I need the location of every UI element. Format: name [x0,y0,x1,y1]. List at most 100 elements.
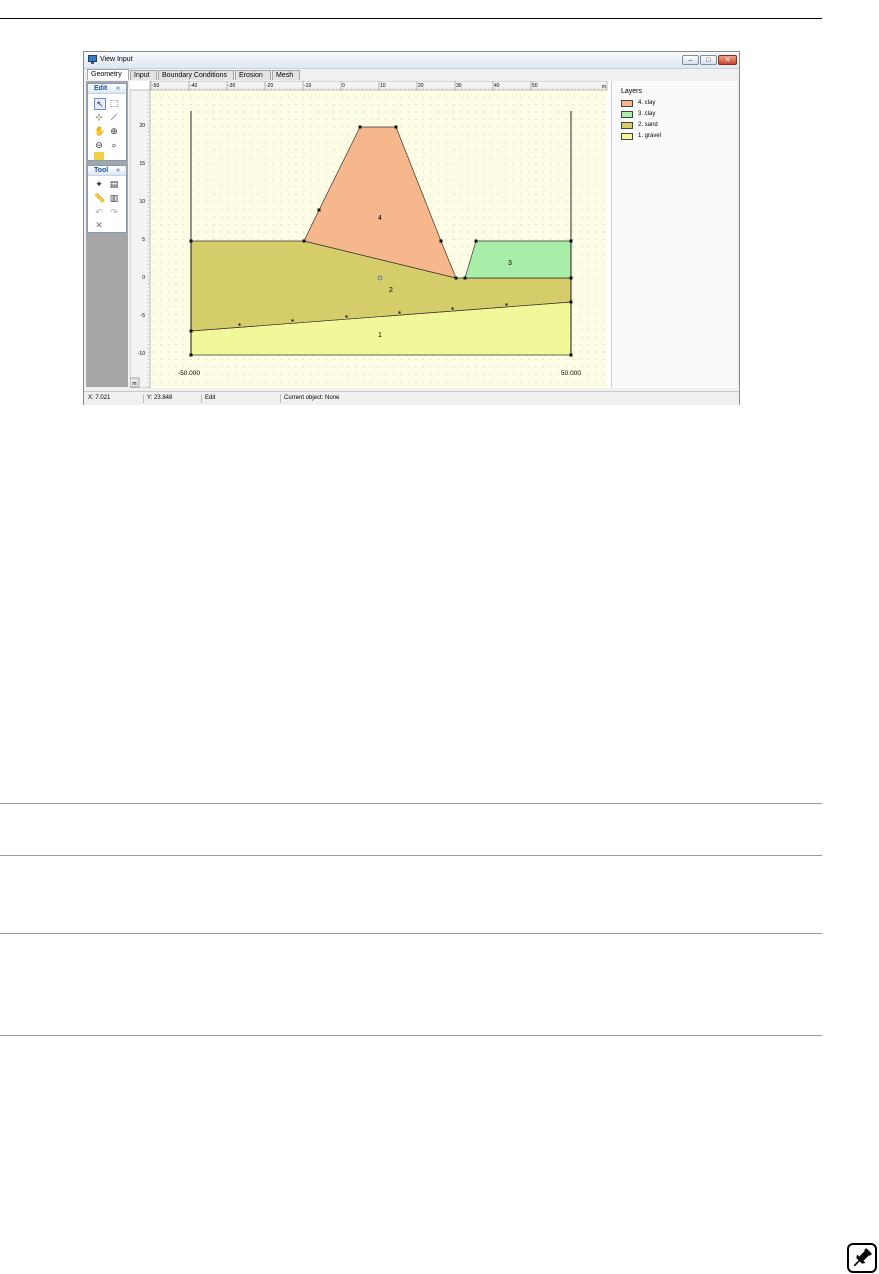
add-point-icon[interactable]: ⊹ [94,112,104,122]
x-ruler-tick-label: 20 [418,83,424,89]
status-mode: Edit [202,394,281,403]
geometry-point[interactable] [569,353,573,357]
status-current-object: Current object: None [284,395,340,401]
tab-input[interactable]: Input [130,70,157,80]
right-limit-label: 50.000 [561,370,581,377]
geometry-point[interactable] [569,300,573,304]
geometry-point[interactable] [238,323,241,326]
geometry-point[interactable] [463,276,467,280]
legend-label: 1. gravel [638,133,662,139]
tab-erosion[interactable]: Erosion [235,70,271,80]
tab-boundary-conditions[interactable]: Boundary Conditions [158,70,234,80]
window-title: View Input [100,56,133,63]
maximize-button[interactable]: □ [700,55,717,65]
geometry-point[interactable] [345,315,348,318]
y-ruler-tick-label: 15 [139,161,145,167]
legend-swatch [621,122,633,129]
x-ruler-tick-label: 10 [380,83,386,89]
geometry-point[interactable] [291,319,294,322]
legend-swatch [621,100,633,107]
geometry-point[interactable] [439,239,443,243]
geometry-point[interactable] [454,276,458,280]
geometry-point[interactable] [302,239,306,243]
add-line-icon[interactable]: ⟋ [109,112,119,122]
ruler-corner-label: m [132,381,136,387]
y-ruler-tick-label: 20 [139,123,145,129]
zoom-out-icon[interactable]: ⊖ [94,140,104,150]
x-ruler-tick-label: -30 [228,83,235,89]
select-area-icon[interactable]: ⬚ [109,98,119,108]
select-pointer-icon[interactable]: ↖ [94,98,106,110]
layers-title: Layers [621,88,643,95]
geometry-drawing[interactable]: m -50 -40 -30 -20 -10 0 10 20 30 40 50 20151050-5-… [129,80,611,389]
x-ruler-tick-label: -50 [152,83,159,89]
view-input-window: View Input – □ ✕ Geometry Input Boundary… [83,51,740,405]
edit-panel: Edit « ↖ ⬚ ⊹ ⟋ ✋ ⊕ ⊖ ⌕ [87,83,127,161]
tab-geometry[interactable]: Geometry [87,69,129,80]
properties-icon[interactable]: ▤ [109,179,119,189]
wand-icon[interactable]: ✦ [94,179,104,189]
legend-label: 4. clay [638,100,656,106]
layers-icon[interactable]: ▥ [109,193,119,203]
tool-panel-header[interactable]: Tool « [88,166,126,176]
table-rule [0,1035,822,1036]
status-x-coordinate: X: 7.021 [85,394,144,403]
pan-hand-icon[interactable]: ✋ [94,126,105,136]
undo-icon[interactable]: ↶ [94,207,104,217]
y-ruler-tick-label: 5 [142,237,145,243]
collapse-icon: « [116,167,120,174]
page-top-rule [0,18,822,19]
geometry-point[interactable] [189,329,193,333]
legend-swatch [621,133,633,140]
close-button[interactable]: ✕ [718,55,737,65]
minimize-button[interactable]: – [682,55,699,65]
edit-panel-title: Edit [94,85,108,92]
redo-icon[interactable]: ↷ [109,207,119,217]
title-bar[interactable]: View Input – □ ✕ [84,52,739,69]
edit-panel-header[interactable]: Edit « [88,84,126,94]
x-ruler-tick-label: 40 [494,83,500,89]
legend-label: 2. sand [638,122,658,128]
legend-swatch [621,111,633,118]
geometry-point[interactable] [474,239,478,243]
layer-number-label: 3 [508,260,512,267]
status-y-coordinate: Y: 23.848 [144,394,202,403]
tool-panel-title: Tool [94,167,109,174]
geometry-point[interactable] [451,307,454,310]
geometry-point[interactable] [398,311,401,314]
geometry-point[interactable] [189,239,193,243]
collapse-icon: « [116,85,120,92]
x-ruler-tick-label: 30 [456,83,462,89]
x-ruler-tick-label: 50 [532,83,538,89]
table-rule [0,933,822,934]
geometry-point[interactable] [569,276,573,280]
monitor-icon [88,55,97,64]
geometry-point[interactable] [317,208,321,212]
y-ruler-tick-label: 10 [139,199,145,205]
zoom-window-icon[interactable]: ⌕ [109,140,119,150]
y-ruler-tick-label: 0 [142,275,145,281]
x-ruler-unit: m [602,84,606,90]
pushpin-icon [847,1243,877,1273]
left-ruler [129,89,151,389]
layer-clay-3[interactable] [464,240,572,279]
zoom-extents-icon[interactable] [94,152,104,160]
left-limit-label: -50.000 [178,370,200,377]
tab-mesh[interactable]: Mesh [272,70,300,80]
layer-number-label: 2 [389,287,393,294]
geometry-point[interactable] [569,239,573,243]
table-rule [0,855,822,856]
legend-label: 3. clay [638,111,656,117]
geometry-point[interactable] [505,303,508,306]
x-ruler-tick-label: -40 [190,83,197,89]
geometry-point[interactable] [189,353,193,357]
ruler-icon[interactable]: 📏 [94,193,105,203]
geometry-point[interactable] [394,125,398,129]
zoom-in-icon[interactable]: ⊕ [109,126,119,136]
geometry-canvas[interactable]: m -50 -40 -30 -20 -10 0 10 20 30 40 50 20 15 10 5 0 -5-… [129,80,611,389]
geometry-point[interactable] [358,125,362,129]
layers-panel: Layers 4. clay 3. clay 2. sand 1. gravel [611,81,737,388]
delete-icon[interactable]: ✕ [94,220,104,230]
y-ruler-tick-label: -5 [141,313,146,319]
toolbox: Edit « ↖ ⬚ ⊹ ⟋ ✋ ⊕ ⊖ ⌕ Tool « ✦ ▤ 📏 ▥ ↶ … [86,81,128,387]
